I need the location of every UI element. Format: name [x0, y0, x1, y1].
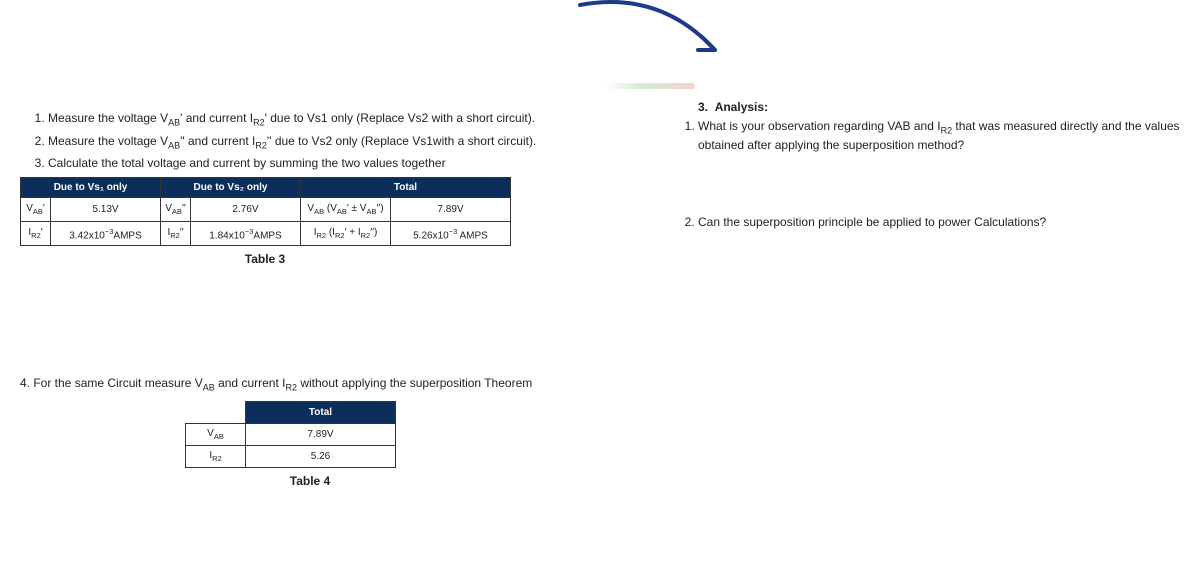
- table-row: VAB 7.89V: [186, 423, 396, 445]
- cell: VAB (VAB′ ± VAB′′): [301, 198, 391, 222]
- cell: VAB′′: [161, 198, 191, 222]
- analysis-label: Analysis:: [715, 100, 768, 114]
- analysis-questions: What is your observation regarding VAB a…: [680, 118, 1180, 231]
- cell: 5.26: [246, 445, 396, 467]
- cell: 5.26x10−3 AMPS: [391, 222, 511, 246]
- empty-cell: [186, 401, 246, 423]
- question-1: What is your observation regarding VAB a…: [698, 118, 1180, 154]
- left-column: Measure the voltage VAB' and current IR2…: [20, 110, 660, 488]
- analysis-number: 3.: [698, 100, 708, 114]
- cell: VAB: [186, 423, 246, 445]
- step-1: Measure the voltage VAB' and current IR2…: [48, 110, 660, 129]
- cell: IR2′′: [161, 222, 191, 246]
- table-row: VAB′ 5.13V VAB′′ 2.76V VAB (VAB′ ± VAB′′…: [21, 198, 511, 222]
- cell: 7.89V: [246, 423, 396, 445]
- table-row: IR2 5.26: [186, 445, 396, 467]
- cell: 5.13V: [51, 198, 161, 222]
- cell: 7.89V: [391, 198, 511, 222]
- t3-header-vs1: Due to Vs₁ only: [21, 178, 161, 198]
- table-row: IR2′ 3.42x10−3AMPS IR2′′ 1.84x10−3AMPS I…: [21, 222, 511, 246]
- right-column: 3. Analysis: What is your observation re…: [680, 100, 1180, 291]
- cell: IR2′: [21, 222, 51, 246]
- curved-arrow-icon: [560, 0, 760, 75]
- t3-header-total: Total: [301, 178, 511, 198]
- procedure-list: Measure the voltage VAB' and current IR2…: [20, 110, 660, 171]
- decorative-bar: [605, 83, 695, 89]
- t3-header-vs2: Due to Vs₂ only: [161, 178, 301, 198]
- table-4: Total VAB 7.89V IR2 5.26: [185, 401, 396, 468]
- table-3-caption: Table 3: [20, 252, 510, 266]
- cell: IR2: [186, 445, 246, 467]
- analysis-heading: 3. Analysis:: [698, 100, 1180, 114]
- cell: 1.84x10−3AMPS: [191, 222, 301, 246]
- step-2: Measure the voltage VAB'' and current IR…: [48, 133, 660, 152]
- step-3: Calculate the total voltage and current …: [48, 155, 660, 171]
- cell: VAB′: [21, 198, 51, 222]
- cell: IR2 (IR2′ + IR2′′): [301, 222, 391, 246]
- table-3: Due to Vs₁ only Due to Vs₂ only Total VA…: [20, 177, 511, 246]
- cell: 2.76V: [191, 198, 301, 222]
- cell: 3.42x10−3AMPS: [51, 222, 161, 246]
- t4-header-total: Total: [246, 401, 396, 423]
- question-2: Can the superposition principle be appli…: [698, 214, 1180, 231]
- table-4-caption: Table 4: [120, 474, 500, 488]
- step-4-text: 4. For the same Circuit measure VAB and …: [20, 376, 660, 392]
